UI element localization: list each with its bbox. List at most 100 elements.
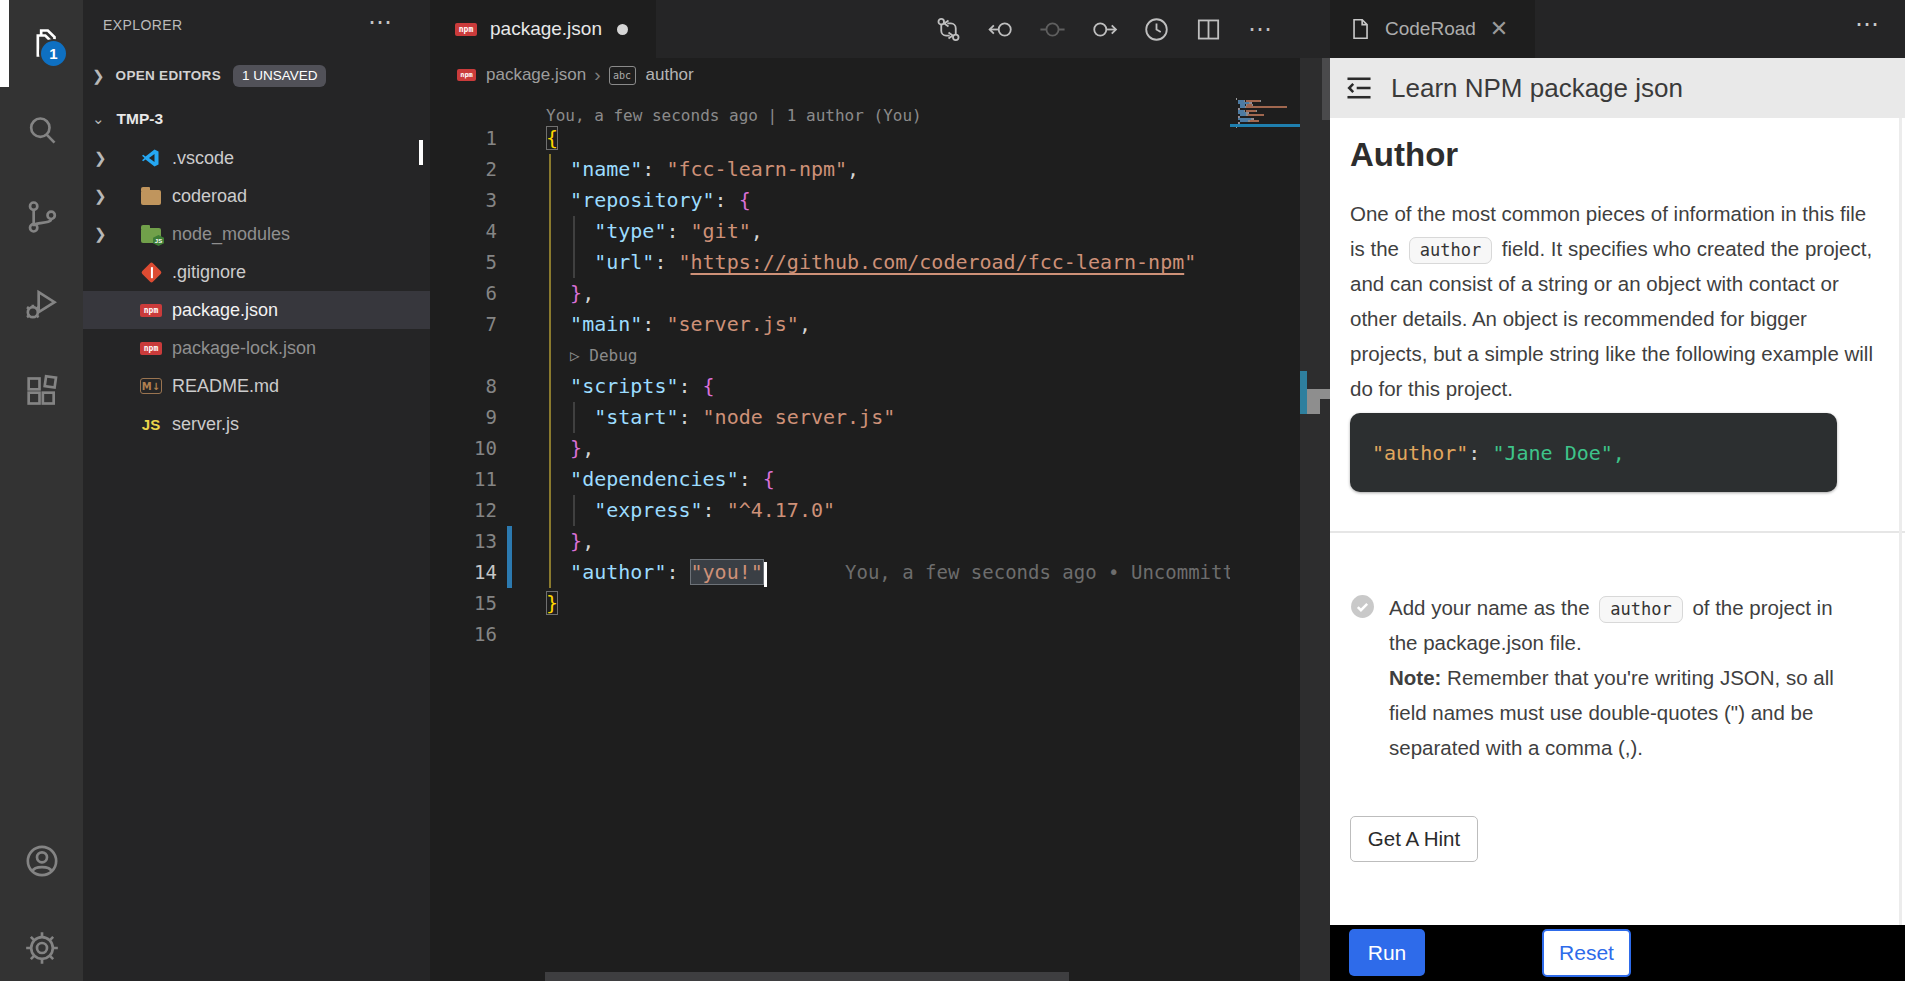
tree-item-README-md[interactable]: M↓ README.md xyxy=(83,367,430,405)
code-line-11: "dependencies": { xyxy=(546,464,775,495)
file-name: node_modules xyxy=(172,224,290,245)
tree-item-node-modules[interactable]: ❯ JS node_modules xyxy=(83,215,430,253)
tab-label: package.json xyxy=(490,18,602,40)
extensions-icon[interactable] xyxy=(0,351,83,431)
tab-coderoad[interactable]: CodeRoad ✕ xyxy=(1330,0,1535,58)
line-number: 16 xyxy=(430,619,497,650)
text-line: field names must use double-quotes (") a… xyxy=(1389,695,1813,730)
settings-icon[interactable] xyxy=(0,908,83,981)
account-icon[interactable] xyxy=(0,821,83,901)
code-line-7: "main": "server.js", xyxy=(546,309,811,340)
sidebar-title: EXPLORER xyxy=(103,17,182,33)
code-line-10: }, xyxy=(546,433,594,464)
text-line: Note: Remember that you're writing JSON,… xyxy=(1389,660,1834,695)
breadcrumb: npm package.json › abc author xyxy=(430,58,1230,92)
navigate-back-icon[interactable] xyxy=(985,14,1015,44)
tree-item--gitignore[interactable]: .gitignore xyxy=(83,253,430,291)
file-name: .gitignore xyxy=(172,262,246,283)
get-a-hint-button[interactable]: Get A Hint xyxy=(1350,816,1478,862)
text-line: the package.json file. xyxy=(1389,625,1582,660)
open-editors-section[interactable]: ❯ OPEN EDITORS 1 UNSAVED xyxy=(83,57,430,94)
indent-guide xyxy=(573,216,575,278)
text-line: projects, but a simple string like the f… xyxy=(1350,336,1873,371)
close-icon[interactable]: ✕ xyxy=(1490,16,1508,42)
coderoad-title: Learn NPM package json xyxy=(1391,73,1683,104)
activity-bar: 1 xyxy=(0,0,83,981)
breadcrumb-symbol[interactable]: author xyxy=(646,65,694,85)
search-icon[interactable] xyxy=(0,91,83,171)
panel-scrollbar[interactable] xyxy=(1899,118,1902,925)
folder-icon xyxy=(140,186,162,206)
outdent-icon[interactable] xyxy=(1344,73,1374,103)
tree-item-package-json[interactable]: npm package.json xyxy=(83,291,430,329)
tree-item--vscode[interactable]: ❯.vscode xyxy=(83,139,430,177)
file-name: package.json xyxy=(172,300,278,321)
run-button[interactable]: Run xyxy=(1349,929,1425,976)
code-line-9: "start": "node server.js" xyxy=(546,402,895,433)
node-folder-icon: JS xyxy=(140,224,162,244)
text-line: Add your name as the author of the proje… xyxy=(1389,590,1833,625)
line-number: 9 xyxy=(430,402,497,433)
minimap[interactable] xyxy=(1230,58,1300,972)
tree-item-package-lock-json[interactable]: npmpackage-lock.json xyxy=(83,329,430,367)
codelens-debug[interactable]: ▷ Debug xyxy=(570,340,637,371)
vertical-scrollbar[interactable] xyxy=(1322,58,1330,120)
inline-code-chip: author xyxy=(1409,237,1492,264)
editor-actions: ⋯ xyxy=(922,0,1286,58)
explorer-badge: 1 xyxy=(39,39,68,68)
sidebar-more-icon[interactable]: ⋯ xyxy=(368,8,392,36)
markdown-icon: M↓ xyxy=(140,376,162,396)
file-name: package-lock.json xyxy=(172,338,316,359)
overview-ruler xyxy=(1300,58,1330,981)
breadcrumb-file[interactable]: package.json xyxy=(486,65,586,85)
line-number: 2 xyxy=(430,154,497,185)
split-editor-icon[interactable] xyxy=(1193,14,1223,44)
explorer-sidebar: EXPLORER ⋯ ❯ OPEN EDITORS 1 UNSAVED ⌄ TM… xyxy=(83,0,430,981)
horizontal-scrollbar[interactable] xyxy=(545,972,1069,981)
text-line: separated with a comma (,). xyxy=(1389,730,1643,765)
vscode-folder-icon xyxy=(140,148,162,168)
code-line-3: "repository": { xyxy=(546,185,751,216)
divider xyxy=(1330,531,1905,533)
workspace-section[interactable]: ⌄ TMP-3 xyxy=(83,99,430,139)
breadcrumb-separator: › xyxy=(594,64,600,86)
open-changes-icon[interactable] xyxy=(1089,14,1119,44)
text-line: One of the most common pieces of informa… xyxy=(1350,196,1866,231)
line-number: 4 xyxy=(430,216,497,247)
indent-guide xyxy=(573,495,575,526)
timeline-icon[interactable] xyxy=(1141,14,1171,44)
navigate-forward-icon[interactable] xyxy=(1037,14,1067,44)
dirty-indicator[interactable] xyxy=(617,24,628,35)
npm-icon: npm xyxy=(455,23,477,36)
tab-package-json[interactable]: npm package.json xyxy=(430,0,656,58)
chevron-right-icon: ❯ xyxy=(94,225,107,243)
unsaved-badge: 1 UNSAVED xyxy=(233,65,327,87)
panel-more-icon[interactable]: ⋯ xyxy=(1855,10,1881,38)
file-name: README.md xyxy=(172,376,279,397)
tree-item-coderoad[interactable]: ❯coderoad xyxy=(83,177,430,215)
code-line-6: }, xyxy=(546,278,594,309)
minimap-current-line xyxy=(1230,124,1300,127)
run-and-debug-icon[interactable] xyxy=(0,263,83,343)
line-number: 8 xyxy=(430,371,497,402)
more-actions-icon[interactable]: ⋯ xyxy=(1245,14,1275,44)
chevron-right-icon: ❯ xyxy=(94,187,107,205)
line-number: 1 xyxy=(430,123,497,154)
line-number: 5 xyxy=(430,247,497,278)
codelens-authors[interactable]: You, a few seconds ago | 1 author (You) xyxy=(546,100,922,131)
symbol-string-icon: abc xyxy=(609,66,636,85)
line-number: 11 xyxy=(430,464,497,495)
inline-code-chip: author xyxy=(1599,596,1682,623)
tab-label: CodeRoad xyxy=(1385,18,1476,40)
reset-button[interactable]: Reset xyxy=(1542,929,1631,977)
compare-changes-icon[interactable] xyxy=(933,14,963,44)
tree-item-server-js[interactable]: JSserver.js xyxy=(83,405,430,443)
npm-icon: npm xyxy=(140,300,162,320)
line-number: 13 xyxy=(430,526,497,557)
file-name: .vscode xyxy=(172,148,234,169)
workspace-label: TMP-3 xyxy=(117,110,164,128)
explorer-icon[interactable] xyxy=(0,3,83,83)
code-line-15: } xyxy=(546,588,558,619)
source-control-icon[interactable] xyxy=(0,177,83,257)
line-number: 10 xyxy=(430,433,497,464)
